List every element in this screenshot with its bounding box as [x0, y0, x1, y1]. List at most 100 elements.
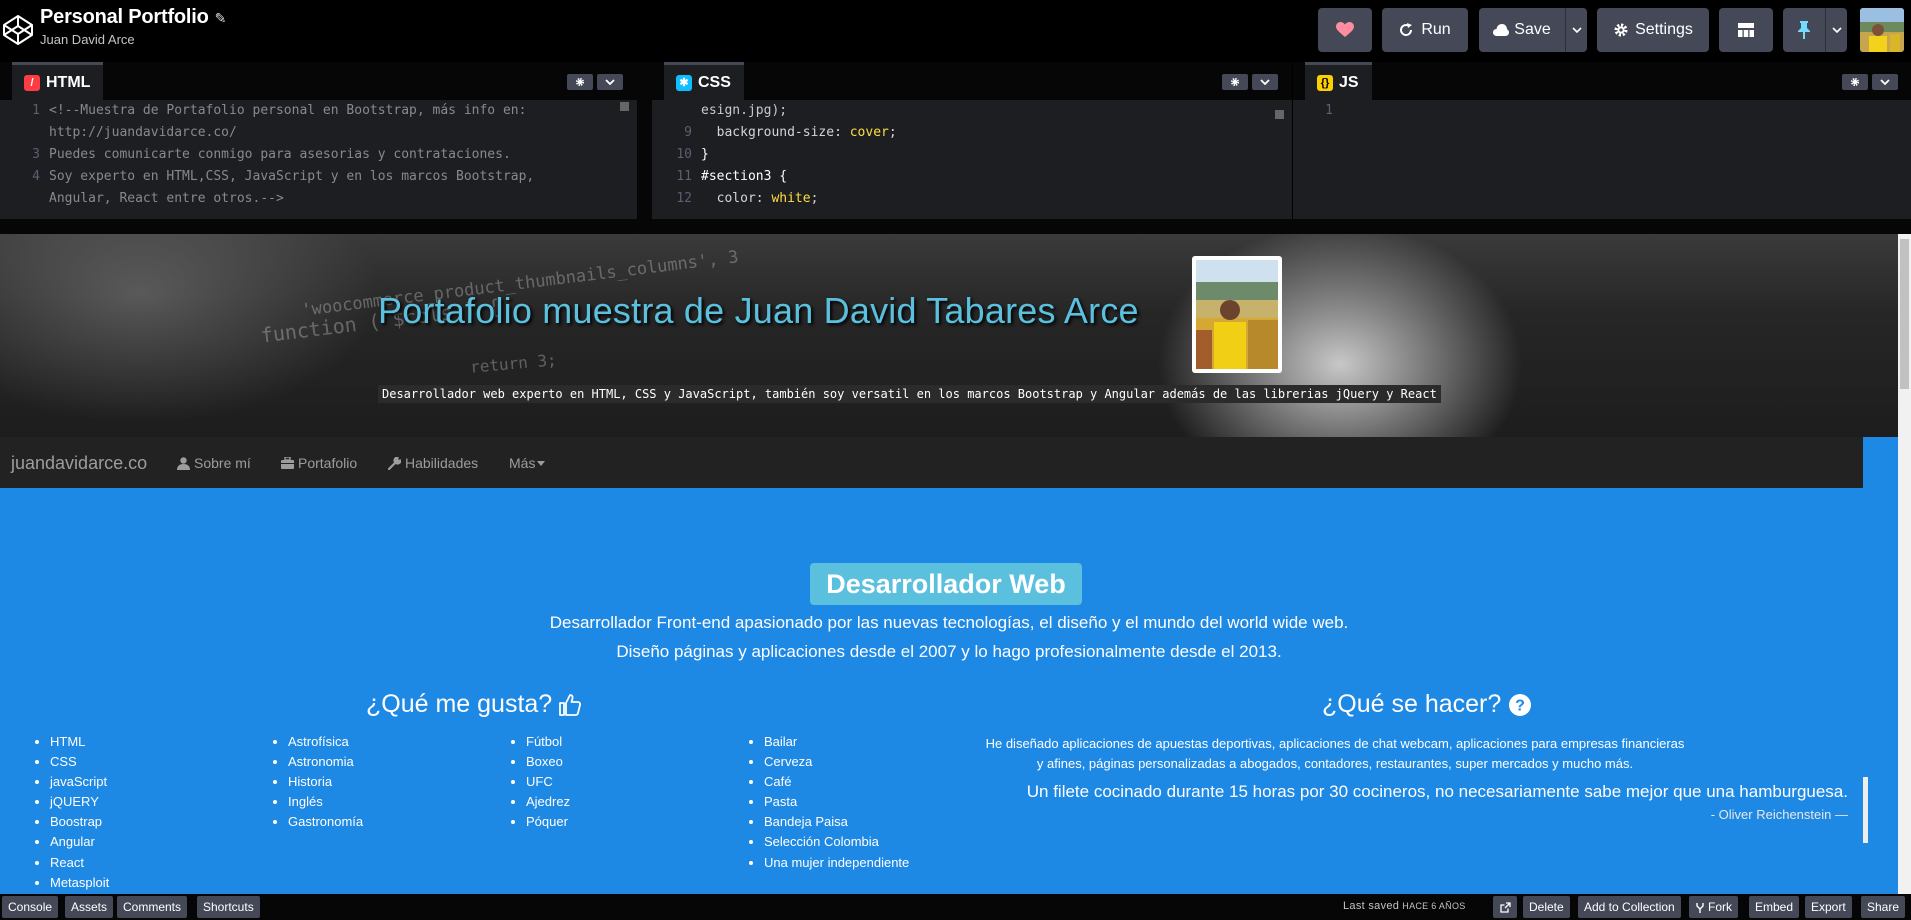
comments-button[interactable]: Comments [117, 896, 188, 918]
line-number: 1 [32, 103, 40, 118]
love-button[interactable] [1318, 8, 1372, 52]
colon: : [755, 191, 772, 206]
js-collapse-button[interactable] [1872, 74, 1898, 90]
js-settings-button[interactable] [1842, 74, 1868, 90]
shortcuts-button[interactable]: Shortcuts [197, 896, 260, 918]
nav-item-portafolio[interactable]: Portafolio [281, 455, 357, 471]
save-button[interactable]: Save [1479, 8, 1565, 52]
skills-description: He diseñado aplicaciones de apuestas dep… [985, 736, 1685, 771]
code-line: 3 Puedes comunicarte conmigo para asesori… [0, 144, 637, 166]
pencil-icon[interactable]: ✎ [215, 10, 227, 27]
likes-list-science: AstrofísicaAstronomiaHistoriaInglésGastr… [272, 732, 363, 832]
code-line: 10} [652, 144, 1292, 166]
js-editor[interactable]: {} JS 1 [1292, 62, 1911, 219]
export-button[interactable]: Export [1805, 896, 1852, 918]
html-icon: / [24, 74, 40, 91]
html-editor[interactable]: / HTML 1 <!--Muestra de Portafolio person… [0, 62, 637, 219]
question-circle-icon: ? [1509, 693, 1532, 716]
tab-css-label: CSS [698, 73, 731, 91]
pen-title-area: Personal Portfolio ✎ Juan David Arce [40, 6, 226, 47]
css-icon: ✱ [676, 74, 692, 91]
code-text: esign.jpg); [701, 103, 788, 118]
last-saved-value: HACE 6 AÑOS [1402, 901, 1466, 911]
change-view-button[interactable] [1719, 8, 1773, 52]
tab-js-label: JS [1339, 73, 1359, 91]
css-collapse-button[interactable] [1252, 74, 1278, 90]
developer-section: Desarrollador Web Desarrollador Front-en… [0, 488, 1898, 894]
pin-dropdown-button[interactable] [1825, 8, 1847, 52]
pin-button[interactable] [1783, 8, 1825, 52]
tab-html[interactable]: / HTML [12, 62, 104, 100]
share-button[interactable]: Share [1861, 896, 1906, 918]
preview-scrollbar[interactable] [1898, 234, 1911, 894]
code-line: 12 color: white; [652, 188, 1292, 210]
list-item: Astrofísica [288, 732, 363, 752]
tab-js[interactable]: {} JS [1305, 62, 1372, 100]
css-scrollbar[interactable] [1275, 110, 1284, 119]
js-icon: {} [1317, 74, 1333, 91]
css-value: cover [849, 125, 889, 140]
resize-divider[interactable] [0, 219, 1911, 234]
nav-item-sobre-mi[interactable]: Sobre mí [177, 455, 251, 471]
list-item: Astronomia [288, 752, 363, 772]
html-collapse-button[interactable] [597, 74, 623, 90]
html-scrollbar[interactable] [620, 102, 629, 111]
likes-list-sports: FútbolBoxeoUFCAjedrezPóquer [510, 732, 570, 832]
preview-frame: 'woocommerce_product_thumbnails_columns'… [0, 234, 1898, 894]
list-item: Bailar [764, 732, 909, 752]
code-text: #section3 { [701, 169, 788, 184]
codepen-logo-icon[interactable] [2, 10, 34, 50]
nav-item-mas[interactable]: Más [509, 455, 549, 471]
preview-scrollbar-thumb[interactable] [1900, 239, 1909, 389]
css-editor[interactable]: ✱ CSS esign.jpg); 9 background-size: cov… [652, 62, 1292, 219]
save-dropdown-button[interactable] [1565, 8, 1587, 52]
console-button[interactable]: Console [2, 896, 59, 918]
css-value: white [771, 191, 811, 206]
hero-banner: 'woocommerce_product_thumbnails_columns'… [0, 234, 1898, 437]
line-number [0, 122, 49, 144]
gear-icon [1614, 23, 1628, 37]
list-item: Angular [50, 832, 109, 852]
line-number: 12 [676, 191, 692, 206]
html-code[interactable]: 1 <!--Muestra de Portafolio personal en B… [0, 100, 637, 219]
navbar-brand[interactable]: juandavidarce.co [11, 453, 147, 474]
list-item: CSS [50, 752, 109, 772]
user-avatar[interactable] [1860, 8, 1904, 52]
code-line: 1 <!--Muestra de Portafolio personal en B… [0, 100, 637, 122]
line-number: 9 [684, 125, 692, 140]
run-button[interactable]: Run [1382, 8, 1468, 52]
open-external-button[interactable] [1493, 896, 1517, 918]
list-item: Café [764, 772, 909, 792]
hero-subtitle: Desarrollador web experto en HTML, CSS y… [378, 385, 1441, 403]
gear-icon [575, 77, 585, 87]
delete-button[interactable]: Delete [1523, 896, 1570, 918]
pen-author[interactable]: Juan David Arce [40, 32, 226, 47]
assets-button[interactable]: Assets [65, 896, 114, 918]
line-number: 10 [676, 147, 692, 162]
fork-button[interactable]: Fork [1689, 896, 1738, 918]
tab-css[interactable]: ✱ CSS [664, 62, 744, 100]
list-item: Boxeo [526, 752, 570, 772]
nav-item-habilidades[interactable]: Habilidades [388, 455, 478, 471]
codepen-footer: Console Assets Comments Shortcuts Last s… [0, 894, 1911, 920]
settings-button[interactable]: Settings [1597, 8, 1709, 52]
nav-item-label: Habilidades [405, 455, 479, 471]
css-settings-button[interactable] [1222, 74, 1248, 90]
thumbs-up-icon [559, 693, 582, 716]
svg-text:?: ? [1515, 697, 1525, 714]
chevron-down-icon [1880, 79, 1890, 85]
html-editor-tools [567, 74, 623, 90]
briefcase-icon [281, 457, 294, 469]
html-editor-header: / HTML [0, 62, 637, 100]
profile-photo [1192, 256, 1282, 373]
pen-title[interactable]: Personal Portfolio [40, 6, 209, 28]
intro-text: Desarrollador Front-end apasionado por l… [549, 613, 1349, 632]
line-number: 1 [1325, 103, 1333, 118]
add-to-collection-button[interactable]: Add to Collection [1578, 896, 1681, 918]
html-settings-button[interactable] [567, 74, 593, 90]
last-saved-status: Last saved HACE 6 AÑOS [1343, 900, 1466, 912]
css-code[interactable]: esign.jpg); 9 background-size: cover; 10… [652, 100, 1292, 219]
embed-button[interactable]: Embed [1749, 896, 1800, 918]
js-code[interactable]: 1 [1293, 100, 1911, 219]
list-item: Fútbol [526, 732, 570, 752]
